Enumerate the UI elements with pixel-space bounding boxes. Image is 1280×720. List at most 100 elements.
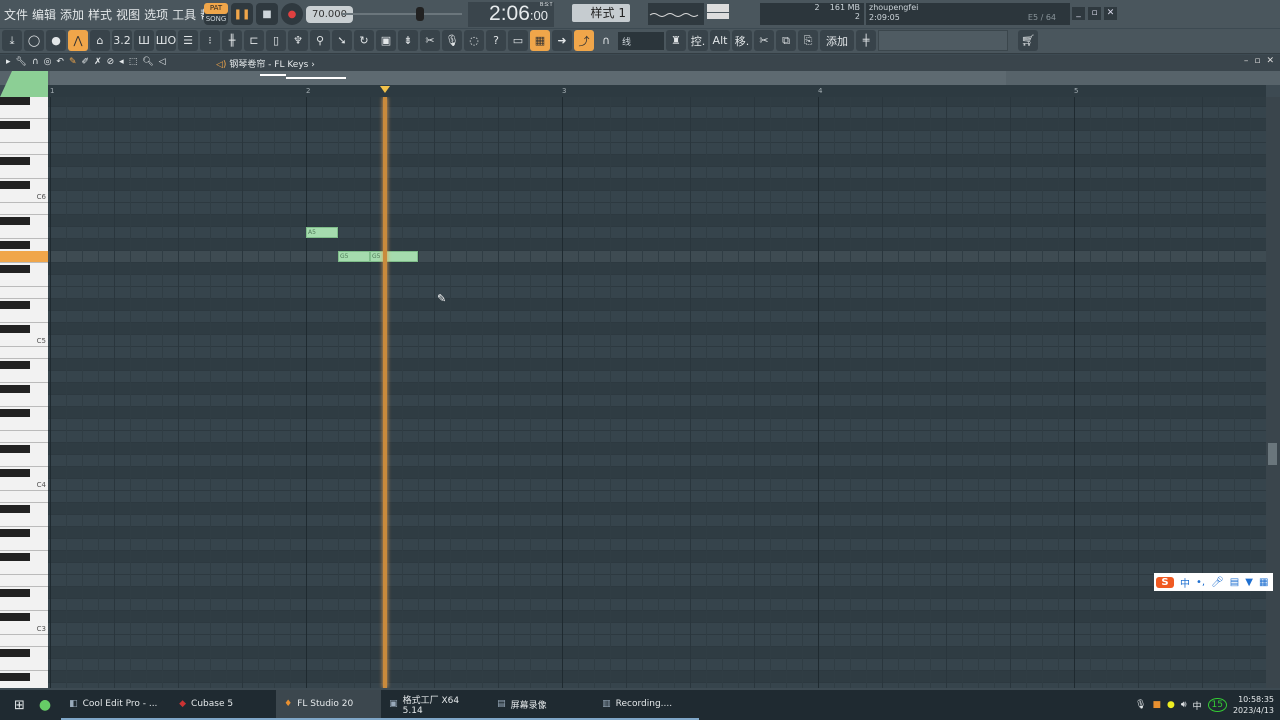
- key-row[interactable]: [48, 635, 1266, 647]
- key-row[interactable]: [48, 131, 1266, 143]
- menu-file[interactable]: 文件: [4, 6, 28, 23]
- playlist-icon[interactable]: ☰: [178, 30, 198, 51]
- magnet-icon[interactable]: ∩: [32, 57, 39, 67]
- playhead[interactable]: [382, 97, 387, 688]
- key-row[interactable]: [48, 335, 1266, 347]
- countdown-icon[interactable]: 3.2: [112, 30, 132, 51]
- close-button[interactable]: ✕: [1104, 7, 1117, 20]
- wait-record-icon[interactable]: ⌂: [90, 30, 110, 51]
- key-row[interactable]: [48, 275, 1266, 287]
- playhead-marker[interactable]: [379, 86, 390, 93]
- arrow-icon[interactable]: ➜: [552, 30, 572, 51]
- render-icon[interactable]: ⇟: [398, 30, 418, 51]
- sogou-logo-icon[interactable]: S: [1156, 576, 1174, 588]
- cut-icon[interactable]: ✂: [754, 30, 774, 51]
- key-row[interactable]: [48, 347, 1266, 359]
- slice-icon[interactable]: ◂: [119, 57, 124, 67]
- note-grid[interactable]: A5 G5 G5: [48, 97, 1266, 688]
- black-key[interactable]: [0, 673, 30, 681]
- view-icon[interactable]: ▭: [508, 30, 528, 51]
- snap-selector[interactable]: 线: [618, 32, 664, 50]
- restore-icon[interactable]: ▫: [1254, 56, 1260, 66]
- note[interactable]: G5: [338, 251, 370, 262]
- mixer-icon[interactable]: ╫: [222, 30, 242, 51]
- black-key[interactable]: [0, 589, 30, 597]
- key-row[interactable]: [48, 611, 1266, 623]
- note[interactable]: A5: [306, 227, 338, 238]
- menu-edit[interactable]: 编辑: [32, 6, 56, 23]
- key-row[interactable]: [48, 443, 1266, 455]
- white-key[interactable]: [0, 275, 48, 287]
- copy-icon[interactable]: ⧉: [776, 30, 796, 51]
- white-key[interactable]: [0, 455, 48, 467]
- white-key[interactable]: [0, 683, 48, 688]
- control-button[interactable]: 控.: [688, 30, 708, 51]
- slider-icon[interactable]: ╪: [856, 30, 876, 51]
- key-row[interactable]: [48, 395, 1266, 407]
- pitch-knob-icon[interactable]: ●: [46, 30, 66, 51]
- white-key[interactable]: [0, 347, 48, 359]
- ime-mode[interactable]: 中: [1180, 575, 1190, 590]
- key-row[interactable]: [48, 203, 1266, 215]
- key-row[interactable]: [48, 419, 1266, 431]
- black-key[interactable]: [0, 469, 30, 477]
- piano-roll-icon[interactable]: ▦: [530, 30, 550, 51]
- delete-tool-icon[interactable]: ✗: [94, 57, 102, 67]
- key-row[interactable]: [48, 467, 1266, 479]
- black-key[interactable]: [0, 505, 30, 513]
- black-key[interactable]: [0, 157, 30, 165]
- key-row[interactable]: [48, 371, 1266, 383]
- plugin-picker-icon[interactable]: ♆: [288, 30, 308, 51]
- white-key[interactable]: [0, 107, 48, 119]
- timeline-ruler[interactable]: 1 2 3 4 5: [48, 85, 1266, 97]
- key-row[interactable]: [48, 383, 1266, 395]
- pattern-selector[interactable]: 样式 1: [572, 4, 630, 22]
- record-button[interactable]: ●: [281, 3, 303, 25]
- white-key[interactable]: [0, 203, 48, 215]
- key-row[interactable]: [48, 97, 1266, 107]
- white-key[interactable]: [0, 131, 48, 143]
- song-time[interactable]: 2:06:00 B:S:T: [468, 2, 554, 27]
- undo-icon[interactable]: ↻: [354, 30, 374, 51]
- wrench-icon[interactable]: 🔧︎: [16, 57, 27, 67]
- zoom-icon[interactable]: 🔍︎: [142, 57, 153, 67]
- key-row[interactable]: [48, 647, 1266, 659]
- black-key[interactable]: [0, 361, 30, 369]
- white-key[interactable]: [0, 635, 48, 647]
- key-row[interactable]: [48, 155, 1266, 167]
- taskbar-item[interactable]: ◧ Cool Edit Pro - ...: [61, 690, 172, 720]
- white-key[interactable]: [0, 371, 48, 383]
- key-row[interactable]: [48, 683, 1266, 688]
- note[interactable]: G5: [370, 251, 418, 262]
- black-key[interactable]: [0, 385, 30, 393]
- key-row[interactable]: [48, 431, 1266, 443]
- key-row[interactable]: [48, 263, 1266, 275]
- add-button[interactable]: 添加: [820, 30, 854, 51]
- touch-controller-icon[interactable]: ➘: [332, 30, 352, 51]
- paint-icon[interactable]: ✐: [82, 57, 90, 67]
- save-icon[interactable]: ▣: [376, 30, 396, 51]
- black-key[interactable]: [0, 325, 30, 333]
- key-row[interactable]: [48, 215, 1266, 227]
- key-row[interactable]: [48, 455, 1266, 467]
- input-language[interactable]: 中: [1193, 699, 1202, 712]
- key-row[interactable]: [48, 143, 1266, 155]
- white-key[interactable]: [0, 563, 48, 575]
- key-row[interactable]: [48, 503, 1266, 515]
- white-key[interactable]: [0, 515, 48, 527]
- black-key[interactable]: [0, 181, 30, 189]
- key-row[interactable]: [48, 491, 1266, 503]
- playback-icon[interactable]: ◁: [159, 57, 166, 67]
- pat-song-toggle[interactable]: PAT SONG: [204, 3, 228, 25]
- key-row[interactable]: [48, 479, 1266, 491]
- black-key[interactable]: [0, 613, 30, 621]
- black-key[interactable]: [0, 121, 30, 129]
- white-key[interactable]: [0, 167, 48, 179]
- metronome-knob-icon[interactable]: ◯: [24, 30, 44, 51]
- restore-button[interactable]: ▫: [1088, 7, 1101, 20]
- help-icon[interactable]: ?: [486, 30, 506, 51]
- key-row[interactable]: [48, 539, 1266, 551]
- tray-app-icon[interactable]: ●: [1167, 700, 1175, 710]
- menu-tools[interactable]: 工具: [172, 6, 196, 23]
- white-key[interactable]: [0, 311, 48, 323]
